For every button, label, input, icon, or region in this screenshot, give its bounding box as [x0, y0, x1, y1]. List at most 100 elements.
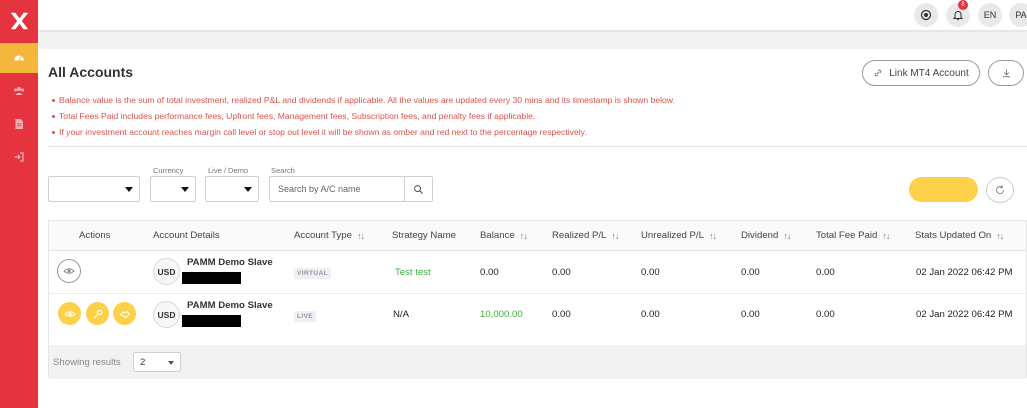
- column-header-account-type[interactable]: Account Type ↑↓: [294, 230, 365, 241]
- accounts-table: Actions Account Details Account Type ↑↓ S…: [48, 220, 1027, 379]
- account-name: PAMM Demo Slave: [187, 300, 273, 311]
- column-header-dividend[interactable]: Dividend ↑↓: [741, 230, 791, 241]
- notifications-button[interactable]: 8: [946, 0, 970, 27]
- sidebar-item-dashboard[interactable]: [0, 43, 38, 73]
- dashboard-icon: [14, 55, 24, 61]
- bullet-icon: [52, 130, 55, 134]
- view-button[interactable]: [57, 259, 81, 283]
- bullet-icon: [52, 114, 55, 118]
- sort-icon[interactable]: ↑↓: [357, 231, 365, 241]
- table-row: USD PAMM Demo Slave LIVE N/A 10,000.00 0…: [49, 293, 1026, 335]
- account-filter-select[interactable]: [48, 176, 140, 202]
- search-box: [269, 176, 433, 202]
- sidebar-item-documents[interactable]: [0, 109, 38, 139]
- sort-icon[interactable]: ↑↓: [996, 231, 1004, 241]
- currency-badge: USD: [153, 301, 180, 328]
- live-demo-select[interactable]: [205, 176, 259, 202]
- key-button[interactable]: [86, 302, 109, 325]
- table-footer: Showing results 2: [49, 345, 1026, 379]
- currency-select[interactable]: [150, 176, 196, 202]
- bullet-icon: [52, 98, 55, 102]
- users-icon: [14, 87, 24, 95]
- document-icon: [15, 119, 23, 129]
- refresh-icon: [996, 185, 1005, 194]
- currency-badge: USD: [153, 258, 180, 285]
- search-icon: [414, 184, 423, 194]
- table-row: USD PAMM Demo Slave VIRTUAL Test test 0.…: [49, 251, 1026, 293]
- column-header-unrealized-pl[interactable]: Unrealized P/L ↑↓: [641, 230, 717, 241]
- filter-apply-button[interactable]: [909, 177, 978, 202]
- download-icon: [1002, 68, 1010, 77]
- logo-icon[interactable]: [0, 0, 38, 42]
- sort-icon[interactable]: ↑↓: [709, 231, 717, 241]
- view-button[interactable]: [58, 302, 81, 325]
- notification-badge: 8: [958, 0, 968, 10]
- realized-pl-value: 0.00: [552, 267, 571, 278]
- section-divider: [48, 146, 1027, 147]
- user-avatar[interactable]: PA: [1009, 3, 1027, 27]
- total-fee-value: 0.00: [816, 267, 835, 278]
- search-button[interactable]: [404, 177, 432, 201]
- unrealized-pl-value: 0.00: [641, 267, 660, 278]
- support-icon: [920, 9, 932, 21]
- eye-icon: [63, 310, 76, 317]
- column-header-account-details: Account Details: [153, 230, 220, 241]
- link-mt4-account-button[interactable]: Link MT4 Account: [862, 60, 980, 86]
- account-type-badge: VIRTUAL: [294, 268, 331, 279]
- sort-icon[interactable]: ↑↓: [611, 231, 619, 241]
- note-text: Balance value is the sum of total invest…: [59, 95, 675, 105]
- stats-updated-value: 02 Jan 2022 06:42 PM: [916, 309, 1013, 320]
- note-text: If your investment account reaches margi…: [59, 127, 587, 137]
- column-header-balance[interactable]: Balance ↑↓: [480, 230, 528, 241]
- page-size-value: 2: [140, 357, 146, 368]
- eye-icon: [63, 268, 75, 274]
- total-fee-value: 0.00: [816, 309, 835, 320]
- balance-value: 10,000.00: [480, 309, 523, 320]
- column-header-strategy-name: Strategy Name: [392, 230, 456, 241]
- currency-label: Currency: [153, 166, 184, 175]
- top-bar: [38, 0, 1027, 30]
- search-input[interactable]: [270, 177, 404, 201]
- handshake-button[interactable]: [113, 302, 136, 325]
- strategy-name-link[interactable]: Test test: [395, 267, 431, 278]
- chevron-down-icon: [125, 187, 133, 192]
- table-header: Actions Account Details Account Type ↑↓ S…: [49, 221, 1026, 251]
- strategy-name-value: N/A: [393, 309, 409, 320]
- page-title: All Accounts: [48, 64, 134, 80]
- redacted-account-number: [182, 272, 241, 284]
- sort-icon[interactable]: ↑↓: [783, 231, 791, 241]
- search-label: Search: [271, 166, 295, 175]
- redacted-account-number: [182, 315, 241, 327]
- unrealized-pl-value: 0.00: [641, 309, 660, 320]
- bell-icon: [952, 11, 964, 21]
- sidebar-item-users[interactable]: [0, 76, 38, 106]
- refresh-button[interactable]: [986, 177, 1014, 203]
- column-header-total-fee-paid[interactable]: Total Fee Paid ↑↓: [816, 230, 890, 241]
- support-button[interactable]: [914, 3, 938, 27]
- showing-results-label: Showing results: [53, 357, 121, 368]
- account-type-badge: LIVE: [294, 311, 317, 322]
- stats-updated-value: 02 Jan 2022 06:42 PM: [916, 267, 1013, 278]
- key-icon: [93, 309, 102, 318]
- language-button[interactable]: EN: [978, 3, 1002, 27]
- link-icon: [874, 69, 882, 77]
- sort-icon[interactable]: ↑↓: [882, 231, 890, 241]
- note-item: Total Fees Paid includes performance fee…: [52, 108, 675, 124]
- dividend-value: 0.00: [741, 267, 760, 278]
- download-button[interactable]: [988, 60, 1024, 86]
- account-name: PAMM Demo Slave: [187, 257, 273, 268]
- note-item: Balance value is the sum of total invest…: [52, 92, 675, 108]
- handshake-icon: [119, 310, 130, 318]
- sidebar-item-logout[interactable]: [0, 142, 38, 172]
- sort-icon[interactable]: ↑↓: [520, 231, 528, 241]
- note-text: Total Fees Paid includes performance fee…: [59, 111, 536, 121]
- page-size-select[interactable]: 2: [133, 352, 181, 372]
- column-header-actions: Actions: [79, 230, 111, 241]
- column-header-realized-pl[interactable]: Realized P/L ↑↓: [552, 230, 619, 241]
- link-mt4-label: Link MT4 Account: [889, 67, 969, 79]
- dividend-value: 0.00: [741, 309, 760, 320]
- chevron-down-icon: [181, 187, 189, 192]
- column-header-stats-updated-on[interactable]: Stats Updated On ↑↓: [915, 230, 1004, 241]
- balance-value: 0.00: [480, 267, 499, 278]
- note-item: If your investment account reaches margi…: [52, 124, 675, 140]
